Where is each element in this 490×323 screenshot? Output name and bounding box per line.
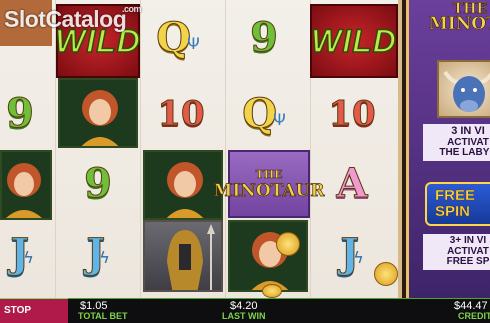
bottom-bar: STOP $1.05 TOTAL BET $4.20 LAST WIN $44.… — [0, 298, 490, 323]
symbol-j: Jϟ — [10, 230, 34, 277]
maiden-portrait — [0, 150, 52, 220]
info-labyrinth: 3 IN VI ACTIVAT THE LABYR — [423, 124, 490, 161]
lightning-icon: ϟ — [23, 247, 34, 267]
info-line: 3+ IN VI — [449, 235, 487, 246]
reel-divider — [225, 0, 226, 298]
last-win-label: LAST WIN — [222, 311, 266, 321]
symbol-10: 10 — [157, 94, 205, 134]
maiden-portrait — [143, 150, 223, 220]
free-spins-badge: FREE SPIN — [425, 182, 490, 226]
coin-icon — [262, 284, 282, 298]
reel-board: WILD QΨ 9 WILD 9 10 QΨ 10 9 THE MINOTAUR… — [0, 0, 450, 298]
game-info-panel: THE MINOTA 3 IN VI ACTIVAT THE LABYR FRE… — [406, 0, 490, 298]
maiden-portrait — [228, 220, 308, 292]
coin-icon — [374, 262, 398, 286]
stop-button[interactable]: STOP — [0, 298, 68, 323]
symbol-9: 9 — [84, 160, 113, 207]
info-line: 3 IN VI — [451, 125, 485, 137]
minotaur-logo-symbol: THE MINOTAUR — [213, 150, 325, 218]
info-line: FREE SP — [446, 256, 490, 267]
maiden-icon — [251, 232, 289, 290]
lightning-icon: ϟ — [99, 247, 110, 267]
symbol-q: QΨ — [156, 14, 200, 61]
wild-symbol: WILD — [310, 4, 398, 78]
maiden-portrait — [58, 78, 138, 148]
game-screen: WILD QΨ 9 WILD 9 10 QΨ 10 9 THE MINOTAUR… — [0, 0, 490, 323]
maiden-icon — [6, 163, 42, 218]
badge-line: FREE — [435, 187, 476, 205]
side-title: THE MINOTA — [428, 1, 490, 34]
symbol-9: 9 — [6, 90, 35, 137]
coin-icon — [276, 232, 300, 256]
bull-icon — [437, 60, 490, 118]
badge-line: SPIN — [435, 203, 471, 220]
maiden-icon — [166, 162, 204, 218]
symbol-q: QΨ — [242, 90, 286, 137]
info-line: THE LABYR — [439, 147, 490, 159]
symbol-9: 9 — [250, 14, 279, 61]
warrior-icon — [167, 224, 215, 290]
lightning-icon: ϟ — [353, 247, 364, 267]
info-free-spins: 3+ IN VI ACTIVAT FREE SP — [423, 234, 490, 270]
divider — [68, 298, 490, 299]
trident-icon: Ψ — [273, 109, 286, 129]
warrior-portrait — [143, 220, 223, 292]
symbol-10: 10 — [328, 94, 376, 134]
trident-icon: Ψ — [187, 33, 200, 53]
credit-label: CREDIT — [458, 311, 490, 321]
maiden-icon — [81, 90, 119, 146]
minotaur-head — [443, 70, 490, 112]
total-bet-label: TOTAL BET — [78, 311, 128, 321]
symbol-a: A — [336, 160, 368, 207]
watermark: SlotCatalog .com — [4, 4, 142, 32]
symbol-j: Jϟ — [86, 230, 110, 277]
